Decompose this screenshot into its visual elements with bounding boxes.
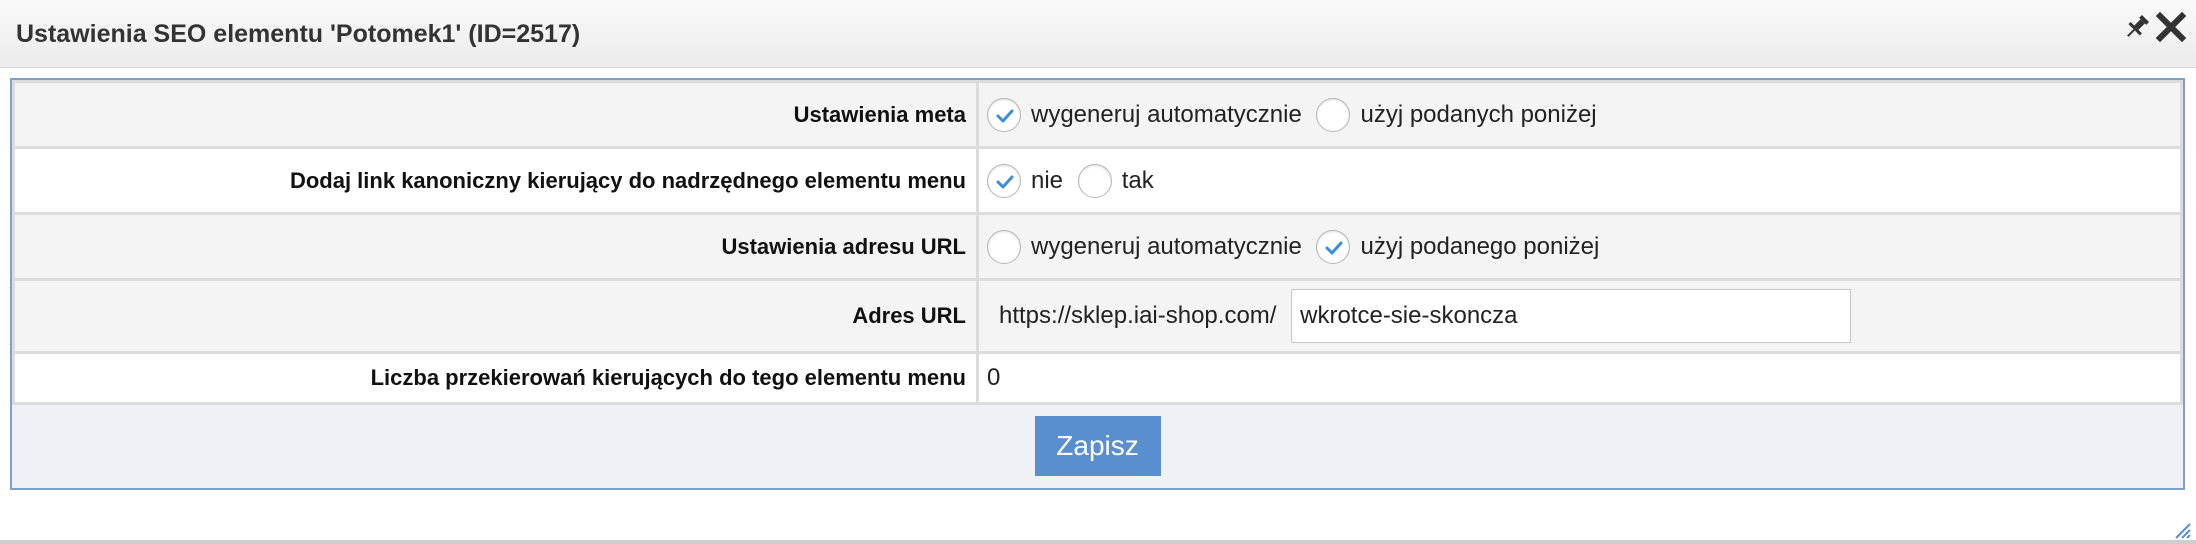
canonical-yes-label: tak	[1121, 166, 1154, 194]
canonical-yes-radio[interactable]	[1077, 163, 1112, 198]
url-manual-radio[interactable]	[1316, 229, 1351, 264]
url-auto-option[interactable]: wygeneruj automatycznie	[987, 229, 1302, 264]
close-icon[interactable]	[2154, 10, 2188, 44]
dialog-title: Ustawienia SEO elementu 'Potomek1' (ID=2…	[16, 20, 581, 48]
dialog-footer: Zapisz	[12, 405, 2183, 487]
url-manual-label: użyj podanego poniżej	[1360, 232, 1600, 260]
url-prefix-text: https://sklep.iai-shop.com/	[999, 302, 1277, 329]
row-url-address: Adres URL https://sklep.iai-shop.com/	[12, 278, 2183, 354]
url-settings-label: Ustawienia adresu URL	[12, 212, 979, 281]
row-redirects-count: Liczba przekierowań kierujących do tego …	[12, 351, 2183, 405]
canonical-no-option[interactable]: nie	[987, 163, 1064, 198]
resize-grip-icon[interactable]	[2170, 518, 2192, 540]
seo-settings-panel: Ustawienia meta wygeneruj automatycznie …	[10, 78, 2185, 490]
url-auto-radio[interactable]	[987, 229, 1021, 264]
meta-auto-option[interactable]: wygeneruj automatycznie	[987, 97, 1302, 132]
canonical-no-label: nie	[1031, 166, 1064, 194]
meta-auto-label: wygeneruj automatycznie	[1031, 100, 1302, 128]
meta-auto-radio[interactable]	[987, 97, 1021, 132]
url-address-label: Adres URL	[12, 278, 979, 354]
dialog-titlebar: Ustawienia SEO elementu 'Potomek1' (ID=2…	[0, 0, 2196, 68]
pin-icon[interactable]	[2122, 12, 2152, 42]
page-background-strip	[0, 540, 2196, 544]
row-meta-settings: Ustawienia meta wygeneruj automatycznie …	[12, 80, 2183, 149]
save-button[interactable]: Zapisz	[1034, 416, 1161, 476]
seo-settings-table: Ustawienia meta wygeneruj automatycznie …	[12, 80, 2183, 405]
redirects-count-value: 0	[976, 351, 2183, 405]
row-url-settings: Ustawienia adresu URL wygeneruj automaty…	[12, 212, 2183, 281]
meta-manual-label: użyj podanych poniżej	[1360, 100, 1597, 128]
canonical-link-label: Dodaj link kanoniczny kierujący do nadrz…	[12, 146, 979, 215]
row-canonical-link: Dodaj link kanoniczny kierujący do nadrz…	[12, 146, 2183, 215]
url-manual-option[interactable]: użyj podanego poniżej	[1316, 229, 1600, 264]
url-slug-input[interactable]	[1291, 289, 1852, 343]
meta-manual-radio[interactable]	[1316, 97, 1351, 132]
redirects-count-label: Liczba przekierowań kierujących do tego …	[12, 351, 979, 405]
meta-settings-label: Ustawienia meta	[12, 80, 979, 149]
meta-manual-option[interactable]: użyj podanych poniżej	[1316, 97, 1597, 132]
canonical-no-radio[interactable]	[987, 163, 1021, 198]
canonical-yes-option[interactable]: tak	[1077, 163, 1154, 198]
url-auto-label: wygeneruj automatycznie	[1031, 232, 1302, 260]
